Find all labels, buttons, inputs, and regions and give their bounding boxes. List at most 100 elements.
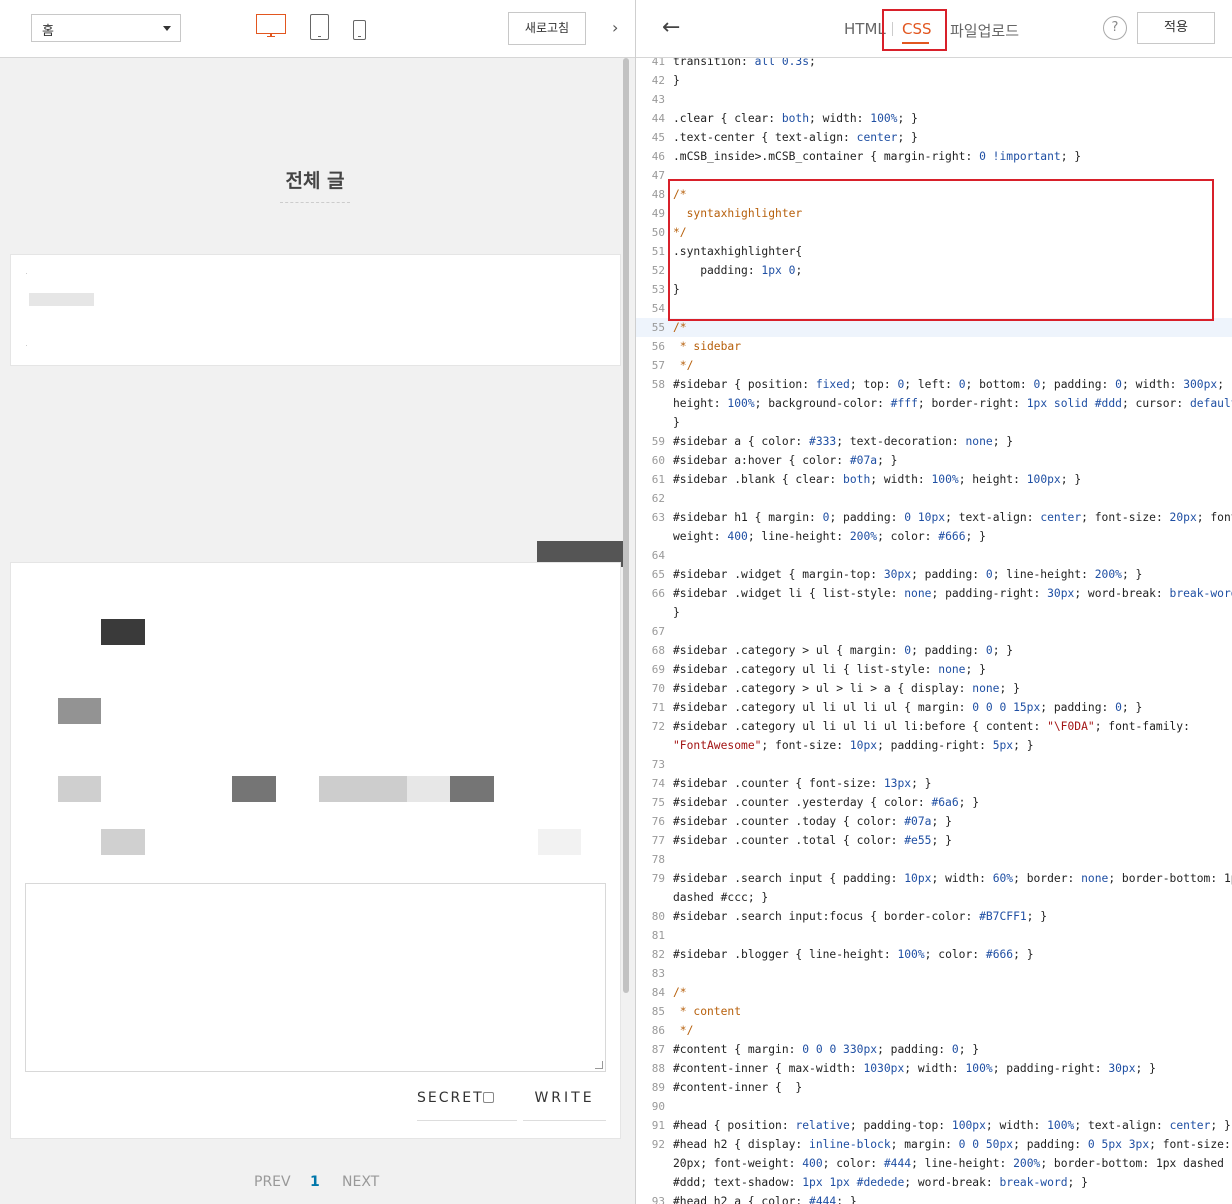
code-line[interactable]: 74 #sidebar .counter { font-size: 13px; } xyxy=(636,774,1232,793)
tablet-view-icon[interactable] xyxy=(310,14,329,40)
title-underline xyxy=(280,202,350,203)
code-line[interactable]: 42} xyxy=(636,71,1232,90)
code-line[interactable]: 90 xyxy=(636,1097,1232,1116)
code-line[interactable]: 83 xyxy=(636,964,1232,983)
code-text: } xyxy=(673,416,680,429)
code-text: } xyxy=(673,606,680,619)
line-number: 88 xyxy=(651,1062,665,1075)
write-button[interactable]: WRITE xyxy=(523,1088,606,1121)
code-line[interactable]: 72 #sidebar .category ul li ul li ul li:b… xyxy=(636,717,1232,755)
blurred-block xyxy=(407,776,450,802)
code-line[interactable]: 63 #sidebar h1 { margin: 0; padding: 0 10… xyxy=(636,508,1232,546)
code-line[interactable]: 66 #sidebar .widget li { list-style: none… xyxy=(636,584,1232,622)
refresh-button[interactable]: 새로고침 xyxy=(508,12,586,45)
line-number: 76 xyxy=(651,815,665,828)
resize-grip-icon[interactable] xyxy=(595,1061,603,1069)
back-arrow-icon[interactable]: ← xyxy=(662,15,680,40)
code-line[interactable]: 92 #head h2 { display: inline-block; marg… xyxy=(636,1135,1232,1192)
code-line[interactable]: 91 #head { position: relative; padding-to… xyxy=(636,1116,1232,1135)
code-line[interactable]: 89 #content-inner { } xyxy=(636,1078,1232,1097)
code-text: } xyxy=(673,74,680,87)
code-line[interactable]: 84 /* xyxy=(636,983,1232,1002)
blurred-block xyxy=(232,776,276,802)
code-line[interactable]: 69 #sidebar .category ul li { list-style:… xyxy=(636,660,1232,679)
code-line[interactable]: 65 #sidebar .widget { margin-top: 30px; p… xyxy=(636,565,1232,584)
code-line[interactable]: 60 #sidebar a:hover { color: #07a; } xyxy=(636,451,1232,470)
line-number: 52 xyxy=(651,264,665,277)
line-number: 83 xyxy=(651,967,665,980)
code-line[interactable]: 64 xyxy=(636,546,1232,565)
blurred-block xyxy=(450,776,494,802)
code-text: #sidebar .category > ul { margin: 0; pad… xyxy=(673,644,1014,657)
code-line[interactable]: 86 */ xyxy=(636,1021,1232,1040)
line-number: 72 xyxy=(651,720,665,733)
code-line[interactable]: 75 #sidebar .counter .yesterday { color: … xyxy=(636,793,1232,812)
code-text: #sidebar a { color: #333; text-decoratio… xyxy=(673,435,1014,448)
code-line[interactable]: 73 xyxy=(636,755,1232,774)
preview-toolbar: 홈 새로고침 › xyxy=(0,0,635,58)
code-text: "FontAwesome"; font-size: 10px; padding-… xyxy=(673,739,1034,752)
code-line[interactable]: 71 #sidebar .category ul li ul li ul { ma… xyxy=(636,698,1232,717)
line-number: 63 xyxy=(651,511,665,524)
tab-html[interactable]: HTML xyxy=(844,20,886,38)
code-line[interactable]: 80 #sidebar .search input:focus { border-… xyxy=(636,907,1232,926)
code-text: #content-inner { } xyxy=(673,1081,803,1094)
code-line[interactable]: 81 xyxy=(636,926,1232,945)
next-page-link[interactable]: NEXT xyxy=(342,1174,379,1190)
apply-button[interactable]: 적용 xyxy=(1137,12,1215,44)
code-text: #sidebar .widget { margin-top: 30px; pad… xyxy=(673,568,1143,581)
code-line[interactable]: 67 xyxy=(636,622,1232,641)
code-line[interactable]: 88 #content-inner { max-width: 1030px; wi… xyxy=(636,1059,1232,1078)
code-text: #sidebar .counter .total { color: #e55; … xyxy=(673,834,952,847)
mobile-view-icon[interactable] xyxy=(353,20,366,40)
line-number: 68 xyxy=(651,644,665,657)
code-line[interactable]: 46 .mCSB_inside>.mCSB_container { margin-… xyxy=(636,147,1232,166)
code-line[interactable]: 44 .clear { clear: both; width: 100%; } xyxy=(636,109,1232,128)
code-text: 20px; font-weight: 400; color: #444; lin… xyxy=(673,1157,1224,1170)
code-line[interactable]: 85 * content xyxy=(636,1002,1232,1021)
code-line[interactable]: 58 #sidebar { position: fixed; top: 0; le… xyxy=(636,375,1232,432)
prev-page-link[interactable]: PREV xyxy=(254,1174,291,1190)
code-text: #sidebar .category ul li { list-style: n… xyxy=(673,663,986,676)
line-number: 47 xyxy=(651,169,665,182)
code-line[interactable]: 79 #sidebar .search input { padding: 10px… xyxy=(636,869,1232,907)
code-line[interactable]: 43 xyxy=(636,90,1232,109)
line-number: 58 xyxy=(651,378,665,391)
desktop-view-icon[interactable] xyxy=(256,14,287,40)
code-text: #sidebar { position: fixed; top: 0; left… xyxy=(673,378,1225,391)
code-text: dashed #ccc; } xyxy=(673,891,769,904)
code-line[interactable]: 68 #sidebar .category > ul { margin: 0; p… xyxy=(636,641,1232,660)
line-number: 71 xyxy=(651,701,665,714)
code-line[interactable]: 45 .text-center { text-align: center; } xyxy=(636,128,1232,147)
code-line[interactable]: 70 #sidebar .category > ul > li > a { dis… xyxy=(636,679,1232,698)
code-line[interactable]: 77 #sidebar .counter .total { color: #e55… xyxy=(636,831,1232,850)
help-icon[interactable]: ? xyxy=(1103,16,1127,40)
line-number: 69 xyxy=(651,663,665,676)
code-line[interactable]: 61 #sidebar .blank { clear: both; width: … xyxy=(636,470,1232,489)
page-number-link[interactable]: 1 xyxy=(310,1174,320,1190)
preview-scrollbar[interactable] xyxy=(623,58,629,1204)
code-line[interactable]: 41 transition: all 0.3s; xyxy=(636,58,1232,71)
code-line[interactable]: 56 * sidebar xyxy=(636,337,1232,356)
blurred-block xyxy=(58,698,101,724)
code-line[interactable]: 76 #sidebar .counter .today { color: #07a… xyxy=(636,812,1232,831)
code-line[interactable]: 93 #head h2 a { color: #444; } xyxy=(636,1192,1232,1204)
scrollbar-thumb[interactable] xyxy=(623,58,629,993)
line-number: 75 xyxy=(651,796,665,809)
page-select[interactable]: 홈 xyxy=(31,14,181,42)
code-line[interactable]: 59 #sidebar a { color: #333; text-decorat… xyxy=(636,432,1232,451)
code-line[interactable]: 87 #content { margin: 0 0 0 330px; paddin… xyxy=(636,1040,1232,1059)
code-line[interactable]: 78 xyxy=(636,850,1232,869)
preview-pane: 홈 새로고침 › 전체 글 SECRET WRITE PREV 1 NEXT xyxy=(0,0,636,1204)
line-number: 74 xyxy=(651,777,665,790)
collapse-arrow-icon[interactable]: › xyxy=(612,18,626,38)
line-number: 48 xyxy=(651,188,665,201)
secret-checkbox[interactable] xyxy=(483,1092,494,1103)
code-line[interactable]: 82 #sidebar .blogger { line-height: 100%;… xyxy=(636,945,1232,964)
comment-textarea[interactable] xyxy=(25,883,606,1072)
code-line[interactable]: 57 */ xyxy=(636,356,1232,375)
tab-file-upload[interactable]: 파일업로드 xyxy=(950,20,1019,41)
code-line[interactable]: 62 xyxy=(636,489,1232,508)
code-text: .mCSB_inside>.mCSB_container { margin-ri… xyxy=(673,150,1082,163)
post-list-card xyxy=(10,254,621,366)
